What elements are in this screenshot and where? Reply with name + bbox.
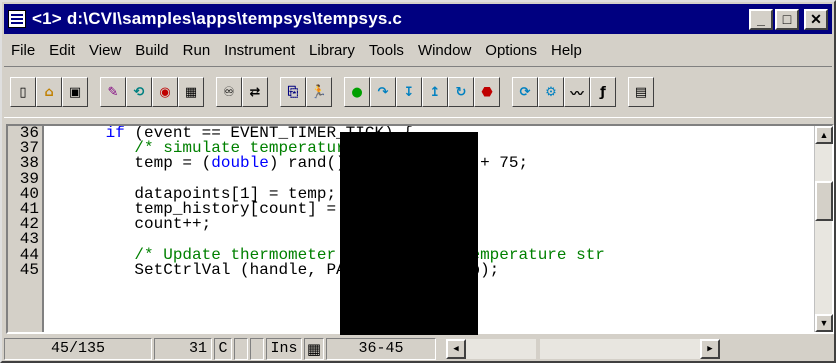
menu-build[interactable]: Build <box>128 42 175 59</box>
scroll-up-button[interactable]: ▲ <box>815 126 833 144</box>
horizontal-track[interactable] <box>466 338 536 359</box>
horizontal-scrollbar[interactable]: ◀ <box>446 338 536 360</box>
step-over-icon[interactable]: ↷ <box>370 77 396 107</box>
graph-icon[interactable]: 〰 <box>564 77 590 107</box>
new-icon[interactable]: ▯ <box>10 77 36 107</box>
line-number: 45 <box>19 260 39 279</box>
go-icon[interactable]: ● <box>344 77 370 107</box>
replace-icon[interactable]: ⇄ <box>242 77 268 107</box>
column-field: 31 <box>154 337 212 360</box>
edit-icon[interactable]: ✎ <box>100 77 126 107</box>
menu-window[interactable]: Window <box>411 42 478 59</box>
watch-icon[interactable]: ⟳ <box>512 77 538 107</box>
code-text: count++; <box>48 215 212 234</box>
find-icon[interactable]: ◉ <box>152 77 178 107</box>
doc-icon[interactable]: ▤ <box>628 77 654 107</box>
range-field: 36-45 <box>326 337 436 360</box>
continue-icon[interactable]: ↻ <box>448 77 474 107</box>
minimize-button[interactable]: _ <box>749 8 773 30</box>
scroll-thumb[interactable] <box>815 181 833 221</box>
status-bar: 45/135 31 C Ins ▦ 36-45 ◀ ▶ <box>4 336 832 361</box>
save-icon[interactable]: ▣ <box>62 77 88 107</box>
horizontal-track-2[interactable] <box>540 338 700 359</box>
menu-help[interactable]: Help <box>544 42 589 59</box>
code-text: temp = ( <box>48 154 212 173</box>
status-blank-2 <box>250 337 264 360</box>
step-into-icon[interactable]: ↧ <box>396 77 422 107</box>
line-number-gutter: 36 37 38 39 40 41 42 43 44 45 <box>8 125 44 332</box>
menu-bar: File Edit View Build Run Instrument Libr… <box>4 38 589 62</box>
scroll-right-button[interactable]: ▶ <box>700 338 720 359</box>
position-field: 45/135 <box>4 337 152 360</box>
title-bar[interactable]: <1> d:\CVI\samples\apps\tempsys\tempsys.… <box>4 4 832 34</box>
menu-edit[interactable]: Edit <box>42 42 82 59</box>
menu-file[interactable]: File <box>4 42 42 59</box>
menu-view[interactable]: View <box>82 42 128 59</box>
ins-indicator: Ins <box>266 337 302 360</box>
menu-run[interactable]: Run <box>176 42 218 59</box>
open-icon[interactable]: ⌂ <box>36 77 62 107</box>
run-icon[interactable]: 🏃 <box>306 77 332 107</box>
scroll-down-button[interactable]: ▼ <box>815 314 833 332</box>
function-icon[interactable]: ƒ <box>590 77 616 107</box>
menu-tools[interactable]: Tools <box>362 42 411 59</box>
recall-icon[interactable]: ⟲ <box>126 77 152 107</box>
code-keyword: double <box>211 154 269 173</box>
close-button[interactable]: ✕ <box>804 8 828 30</box>
menu-instrument[interactable]: Instrument <box>217 42 302 59</box>
maximize-button[interactable]: □ <box>775 8 799 30</box>
document-icon[interactable] <box>8 10 26 28</box>
binoculars-icon[interactable]: ♾ <box>216 77 242 107</box>
finish-icon[interactable]: ↥ <box>422 77 448 107</box>
toolbar: ▯ ⌂ ▣ ✎ ⟲ ◉ ▦ ♾ ⇄ ⎘ 🏃 ● ↷ ↧ ↥ ↻ ⬣ ⟳ ⚙ 〰 … <box>4 66 832 118</box>
variables-icon[interactable]: ⚙ <box>538 77 564 107</box>
main-window: <1> d:\CVI\samples\apps\tempsys\tempsys.… <box>0 0 836 363</box>
scroll-left-button[interactable]: ◀ <box>446 338 466 359</box>
window-title: <1> d:\CVI\samples\apps\tempsys\tempsys.… <box>32 9 403 28</box>
menu-library[interactable]: Library <box>302 42 362 59</box>
menu-options[interactable]: Options <box>478 42 544 59</box>
copy-icon[interactable]: ⎘ <box>280 77 306 107</box>
status-blank-1 <box>234 337 248 360</box>
c-indicator: C <box>214 337 232 360</box>
vertical-scrollbar[interactable]: ▲ ▼ <box>814 126 833 332</box>
keyboard-icon: ▦ <box>304 337 324 360</box>
stop-icon[interactable]: ⬣ <box>474 77 500 107</box>
horizontal-scrollbar-2[interactable]: ▶ <box>540 338 720 360</box>
panel-icon[interactable]: ▦ <box>178 77 204 107</box>
selection-block <box>340 132 478 335</box>
